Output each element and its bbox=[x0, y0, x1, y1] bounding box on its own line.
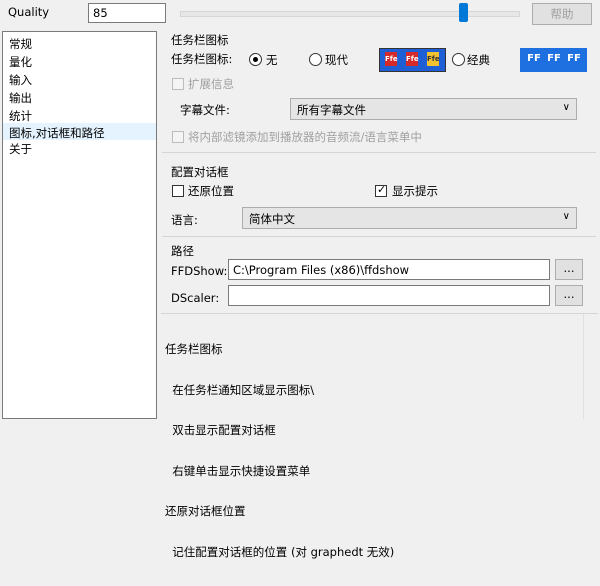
dscaler-path-input[interactable] bbox=[228, 285, 550, 306]
add-filter-checkbox[interactable] bbox=[172, 131, 184, 143]
dscaler-browse-button[interactable]: ... bbox=[555, 285, 583, 306]
sidebar-item-about[interactable]: 关于 bbox=[9, 141, 32, 157]
modern-icon-2: Ffe bbox=[406, 52, 419, 66]
help-line: 右键单击显示快捷设置菜单 bbox=[165, 463, 311, 478]
classic-icon-2: FF bbox=[547, 53, 561, 64]
add-filter-label: 将内部滤镜添加到播放器的音频流/语言菜单中 bbox=[188, 130, 422, 144]
quality-input[interactable]: 85 bbox=[88, 3, 166, 23]
ffdshow-label: FFDShow: bbox=[171, 264, 228, 278]
help-text-area: 任务栏图标 在任务栏通知区域显示图标\ 双击显示配置对话框 右键单击显示快捷设置… bbox=[161, 313, 598, 558]
quality-label: Quality bbox=[8, 5, 50, 19]
help-line: 还原对话框位置 bbox=[165, 504, 246, 518]
radio-classic-label: 经典 bbox=[467, 53, 490, 67]
language-select[interactable]: 简体中文 ∨ bbox=[242, 207, 577, 229]
sidebar-item-stats[interactable]: 统计 bbox=[9, 108, 32, 124]
help-line: 在任务栏通知区域显示图标\ bbox=[165, 382, 315, 397]
help-button[interactable]: 帮助 bbox=[532, 3, 592, 25]
sidebar-item-general[interactable]: 常规 bbox=[9, 36, 32, 52]
help-line: 记住配置对话框的位置 (对 graphedt 无效) bbox=[165, 544, 395, 559]
divider bbox=[162, 236, 596, 237]
modern-icon-3: Ffe bbox=[427, 52, 440, 66]
modern-tray-icons: Ffe Ffe Ffe bbox=[379, 48, 446, 72]
extended-info-label: 扩展信息 bbox=[188, 77, 234, 91]
sidebar: 常规 量化 输入 输出 统计 图标,对话框和路径 关于 bbox=[2, 31, 157, 419]
classic-icon-1: FF bbox=[527, 53, 541, 64]
language-label: 语言: bbox=[171, 213, 198, 227]
radio-none-label: 无 bbox=[266, 53, 278, 67]
subtitle-select-value: 所有字幕文件 bbox=[297, 103, 366, 117]
subtitle-label: 字幕文件: bbox=[180, 103, 230, 117]
radio-modern-label: 现代 bbox=[325, 53, 348, 67]
radio-none[interactable] bbox=[249, 53, 262, 66]
dscaler-label: DScaler: bbox=[171, 291, 220, 305]
restore-position-label: 还原位置 bbox=[188, 184, 234, 198]
classic-tray-icons: FF FF FF bbox=[520, 48, 587, 72]
help-line: 任务栏图标 bbox=[165, 342, 223, 356]
divider bbox=[162, 152, 596, 153]
tray-section-title: 任务栏图标 bbox=[171, 33, 229, 47]
restore-position-checkbox[interactable] bbox=[172, 185, 184, 197]
help-scrollbar[interactable] bbox=[583, 314, 598, 419]
sidebar-item-output[interactable]: 输出 bbox=[9, 90, 32, 106]
ffdshow-path-input[interactable]: C:\Program Files (x86)\ffdshow bbox=[228, 259, 550, 280]
help-button-label: 帮助 bbox=[550, 7, 574, 21]
config-section-title: 配置对话框 bbox=[171, 165, 229, 179]
sidebar-item-icons-dialogs-paths[interactable]: 图标,对话框和路径 bbox=[3, 123, 156, 140]
chevron-down-icon: ∨ bbox=[562, 211, 570, 222]
classic-icon-3: FF bbox=[567, 53, 581, 64]
tray-icon-label: 任务栏图标: bbox=[171, 52, 233, 66]
help-line: 双击显示配置对话框 bbox=[165, 423, 276, 437]
extended-info-checkbox[interactable] bbox=[172, 78, 184, 90]
quality-slider-track[interactable] bbox=[180, 11, 520, 17]
checkmark-icon: ✓ bbox=[377, 183, 387, 196]
show-tips-checkbox[interactable]: ✓ bbox=[375, 183, 387, 197]
radio-modern[interactable] bbox=[309, 53, 322, 66]
chevron-down-icon: ∨ bbox=[562, 102, 570, 113]
sidebar-item-quantization[interactable]: 量化 bbox=[9, 54, 32, 70]
ffdshow-path-value: C:\Program Files (x86)\ffdshow bbox=[233, 263, 410, 277]
modern-icon-1: Ffe bbox=[385, 52, 398, 66]
sidebar-item-input[interactable]: 输入 bbox=[9, 72, 32, 88]
ffdshow-browse-button[interactable]: ... bbox=[555, 259, 583, 280]
show-tips-label: 显示提示 bbox=[392, 184, 438, 198]
radio-dot-icon bbox=[253, 57, 258, 62]
paths-section-title: 路径 bbox=[171, 244, 194, 258]
quality-slider-thumb[interactable] bbox=[459, 3, 468, 22]
radio-classic[interactable] bbox=[452, 53, 465, 66]
quality-value: 85 bbox=[93, 6, 108, 20]
subtitle-select[interactable]: 所有字幕文件 ∨ bbox=[290, 98, 577, 120]
language-select-value: 简体中文 bbox=[249, 212, 295, 226]
